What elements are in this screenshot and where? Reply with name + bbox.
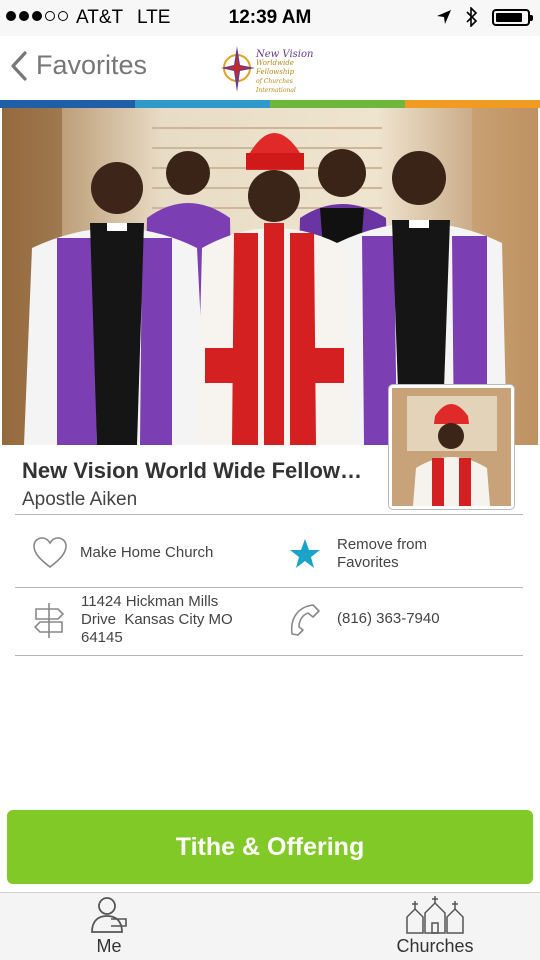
back-button-label: Favorites xyxy=(36,50,148,80)
navigation-bar: Favorites New Vision Worldwide Fellowshi… xyxy=(0,36,540,100)
address-directions-button[interactable]: 11424 Hickman Mills Drive Kansas City MO… xyxy=(32,593,233,647)
pastor-name: Apostle Aiken xyxy=(22,489,138,510)
heart-icon xyxy=(33,537,67,569)
logo-line-3: of Churches International xyxy=(256,78,296,94)
make-home-church-button[interactable]: Make Home Church xyxy=(32,536,213,570)
logo-line-2: Worldwide Fellowship xyxy=(256,59,295,76)
remove-from-favorites-button[interactable]: Remove from Favorites xyxy=(288,536,427,572)
make-home-church-label: Make Home Church xyxy=(80,544,214,561)
church-name: New Vision World Wide Fellow… xyxy=(22,458,363,483)
address-line-1: 11424 Hickman Mills xyxy=(81,593,219,610)
tab-churches-label: Churches xyxy=(396,936,474,956)
color-strip xyxy=(0,100,540,108)
pastor-thumbnail-photo xyxy=(389,385,514,509)
tab-me[interactable]: Me xyxy=(82,895,136,957)
network-type: LTE xyxy=(137,7,171,28)
phone-number: (816) 363-7940 xyxy=(337,610,440,627)
battery-icon xyxy=(492,8,533,26)
compass-star-logo-icon xyxy=(221,46,255,92)
remove-favorites-label-line2: Favorites xyxy=(337,554,399,571)
signpost-icon xyxy=(33,603,65,638)
divider xyxy=(15,514,523,515)
tab-churches[interactable]: Churches xyxy=(393,895,477,957)
churches-icon xyxy=(406,896,464,934)
signal-strength-icon xyxy=(6,11,68,21)
star-icon xyxy=(290,539,320,568)
phone-icon xyxy=(290,604,320,636)
back-button[interactable]: Favorites xyxy=(10,50,147,81)
bluetooth-icon xyxy=(466,7,478,27)
location-arrow-icon xyxy=(437,10,451,24)
address-line-2: Drive Kansas City MO xyxy=(81,611,233,628)
tab-bar: Me Churches xyxy=(0,892,540,960)
status-bar: AT&T LTE 12:39 AM xyxy=(0,0,540,36)
ministry-logo: New Vision Worldwide Fellowship of Churc… xyxy=(220,44,330,94)
address-line-3: 64145 xyxy=(81,629,123,646)
tithe-offering-button[interactable]: Tithe & Offering xyxy=(7,810,533,884)
call-phone-button[interactable]: (816) 363-7940 xyxy=(288,602,440,636)
divider xyxy=(15,587,523,588)
carrier-label: AT&T xyxy=(76,7,124,28)
remove-favorites-label-line1: Remove from xyxy=(337,536,428,553)
logo-line-1: New Vision xyxy=(256,49,314,60)
chevron-left-icon xyxy=(11,50,27,81)
tab-me-label: Me xyxy=(96,936,122,956)
person-icon xyxy=(91,897,127,933)
divider xyxy=(15,655,523,656)
